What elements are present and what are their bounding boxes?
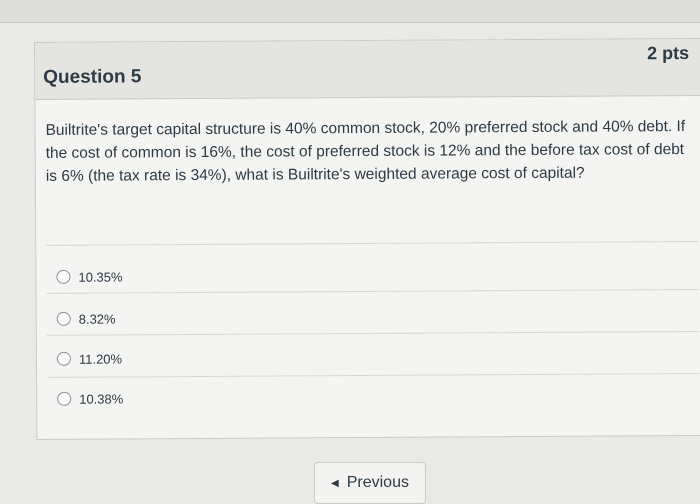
top-strip	[0, 0, 700, 23]
answer-label: 10.38%	[79, 390, 124, 407]
question-text: Builtrite's target capital structure is …	[45, 118, 686, 185]
navigation-area: ◀ Previous	[0, 440, 700, 504]
chevron-right-icon[interactable]: ›	[0, 60, 14, 84]
question-header: Question 5 2 pts	[35, 38, 700, 100]
answer-label: 8.32%	[78, 311, 116, 327]
answer-divider	[46, 240, 699, 246]
question-title: Question 5	[43, 66, 142, 88]
answer-divider	[46, 330, 699, 336]
answer-divider	[46, 288, 699, 294]
radio-button[interactable]	[57, 391, 72, 406]
answer-option[interactable]: 10.38%	[57, 388, 123, 408]
previous-label: Previous	[346, 474, 409, 491]
radio-button[interactable]	[56, 311, 71, 326]
answer-option[interactable]: 8.32%	[56, 309, 116, 329]
answer-label: 10.35%	[78, 268, 123, 285]
answer-divider	[47, 372, 700, 378]
chevron-left-icon: ◀	[331, 477, 339, 489]
radio-button[interactable]	[56, 351, 71, 366]
answer-option[interactable]: 11.20%	[56, 348, 123, 368]
question-points: 2 pts	[647, 42, 690, 64]
radio-button[interactable]	[56, 269, 71, 284]
answer-option[interactable]: 10.35%	[56, 266, 123, 286]
question-card: Question 5 2 pts Builtrite's target capi…	[34, 37, 700, 440]
answer-label: 11.20%	[78, 350, 123, 367]
